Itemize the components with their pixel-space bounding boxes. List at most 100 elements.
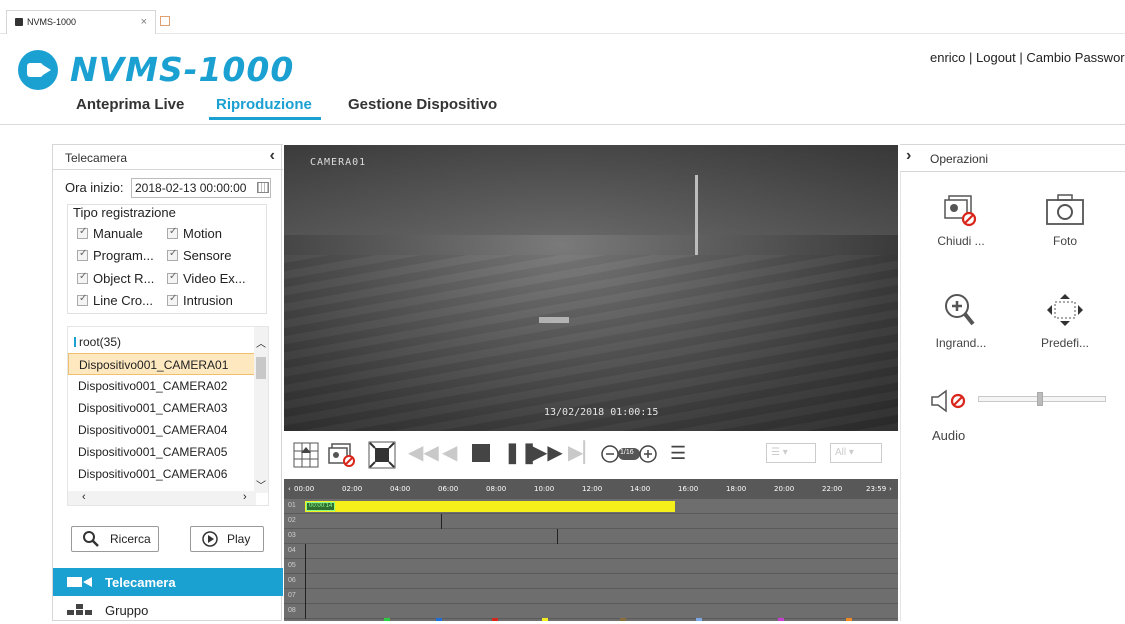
tree-item-camera05[interactable]: Dispositivo001_CAMERA05 [68, 441, 256, 463]
fullscreen-icon[interactable] [368, 441, 396, 469]
timeline-row[interactable]: 01 00:00:14 [284, 499, 898, 514]
timeline-tick: 04:00 [390, 485, 411, 493]
alarm-type-select[interactable]: All ▾ [830, 443, 882, 463]
scroll-up-icon[interactable]: ︿ [256, 335, 266, 350]
scroll-right-icon[interactable]: › [243, 491, 247, 503]
channel-select[interactable]: ☰ ▾ [766, 443, 816, 463]
tree-root[interactable]: root(35) [74, 335, 121, 349]
scroll-down-icon[interactable]: ﹀ [256, 477, 266, 492]
favicon-icon [15, 18, 23, 26]
zoom-in-button[interactable]: Ingrand... [926, 290, 996, 350]
stop-icon[interactable] [472, 444, 490, 462]
timeline[interactable]: ‹ 00:00 02:00 04:00 06:00 08:00 10:00 12… [284, 479, 898, 621]
checkbox-label: Motion [183, 226, 223, 241]
logo-camera-icon [18, 50, 58, 90]
nav-anteprima-live[interactable]: Anteprima Live [76, 96, 184, 113]
start-time-label: Ora inizio: [65, 180, 124, 195]
browser-tab[interactable]: NVMS-1000 × [6, 10, 156, 34]
checkbox-video-exception[interactable]: Video Ex... [167, 271, 246, 286]
video-camera-label: CAMERA01 [310, 157, 367, 168]
tree-horizontal-scrollbar[interactable]: ‹ › [68, 491, 256, 505]
tab-telecamera-label: Telecamera [105, 575, 176, 590]
calendar-icon[interactable] [257, 182, 269, 193]
tab-gruppo-label: Gruppo [105, 603, 149, 618]
checkbox-icon [167, 248, 178, 261]
checkbox-manuale[interactable]: Manuale [77, 226, 143, 241]
timeline-next-icon[interactable]: › [889, 485, 892, 493]
user-links[interactable]: enrico | Logout | Cambio Password [930, 50, 1125, 65]
timeline-row[interactable]: 04 [284, 544, 898, 559]
video-scene-floor [284, 255, 898, 431]
timeline-tick: 10:00 [534, 485, 555, 493]
timeline-row-number: 02 [288, 517, 296, 524]
play-backward-icon[interactable]: ◀ [442, 443, 457, 463]
timeline-row[interactable]: 06 [284, 574, 898, 589]
tab-gruppo[interactable]: Gruppo [53, 596, 283, 624]
timeline-tick: 20:00 [774, 485, 795, 493]
timeline-prev-icon[interactable]: ‹ [288, 485, 291, 493]
fast-forward-icon[interactable]: ▶▶ [532, 443, 563, 463]
timeline-marker [305, 544, 306, 559]
checkbox-label: Manuale [93, 226, 143, 241]
tree-item-camera04[interactable]: Dispositivo001_CAMERA04 [68, 419, 256, 441]
video-scene-patch [539, 317, 569, 323]
timeline-row[interactable]: 02 [284, 514, 898, 529]
next-frame-icon[interactable]: ▶▏ [568, 443, 599, 463]
rewind-icon[interactable]: ◀◀ [408, 443, 439, 463]
default-ratio-button[interactable]: Predefi... [1030, 290, 1100, 350]
speaker-mute-icon[interactable] [930, 388, 970, 414]
timeline-row[interactable]: 03 [284, 529, 898, 544]
checkbox-label: Video Ex... [183, 271, 246, 286]
volume-slider[interactable] [978, 392, 1106, 406]
timeline-row-number: 07 [288, 592, 296, 599]
video-viewport[interactable]: CAMERA01 13/02/2018 01:00:15 [284, 145, 898, 431]
checkbox-motion[interactable]: Motion [167, 226, 222, 241]
operations-panel-header: › Operazioni [900, 144, 1125, 172]
timeline-row[interactable]: 05 [284, 559, 898, 574]
close-video-icon[interactable] [328, 441, 358, 469]
grid-layout-icon[interactable] [292, 441, 320, 469]
checkbox-intrusion[interactable]: Intrusion [167, 293, 233, 308]
timeline-row[interactable]: 08 [284, 604, 898, 619]
scroll-left-icon[interactable]: ‹ [82, 491, 86, 503]
timeline-tick: 02:00 [342, 485, 363, 493]
checkbox-icon [167, 271, 178, 284]
play-button[interactable]: Play [190, 526, 264, 552]
nav-riproduzione[interactable]: Riproduzione [216, 96, 312, 113]
checkbox-sensore[interactable]: Sensore [167, 248, 231, 263]
expand-chevron-icon[interactable]: › [906, 147, 911, 165]
timeline-row-number: 08 [288, 607, 296, 614]
tree-vertical-scrollbar[interactable]: ︿ ﹀ [254, 327, 268, 493]
timeline-tick: 23:59 [866, 485, 887, 493]
close-video-button[interactable]: Chiudi ... [926, 192, 996, 248]
new-tab-icon[interactable] [160, 16, 170, 26]
tree-item-camera02[interactable]: Dispositivo001_CAMERA02 [68, 375, 256, 397]
search-button[interactable]: Ricerca [71, 526, 159, 552]
checkbox-label: Intrusion [183, 293, 233, 308]
nav-gestione-dispositivo[interactable]: Gestione Dispositivo [348, 96, 497, 113]
close-video-label: Chiudi ... [937, 234, 985, 248]
collapse-chevron-icon[interactable]: ‹ [270, 147, 275, 165]
timeline-marker [305, 589, 306, 604]
timeline-row[interactable]: 07 [284, 589, 898, 604]
scroll-thumb[interactable] [256, 357, 266, 379]
tree-item-camera06[interactable]: Dispositivo001_CAMERA06 [68, 463, 256, 485]
volume-slider-knob[interactable] [1037, 392, 1043, 406]
checkbox-program[interactable]: Program... [77, 248, 154, 263]
close-tab-icon[interactable]: × [141, 16, 147, 28]
tab-telecamera[interactable]: Telecamera [53, 568, 283, 596]
timeline-tick: 22:00 [822, 485, 843, 493]
start-time-input[interactable]: 2018-02-13 00:00:00 [131, 178, 271, 198]
snapshot-button[interactable]: Foto [1030, 192, 1100, 248]
timeline-tick: 14:00 [630, 485, 651, 493]
list-icon[interactable]: ☰ [670, 443, 686, 463]
snapshot-label: Foto [1052, 234, 1077, 248]
tree-item-camera01[interactable]: Dispositivo001_CAMERA01 [68, 353, 256, 375]
checkbox-line-crossing[interactable]: Line Cro... [77, 293, 153, 308]
checkbox-label: Line Cro... [93, 293, 153, 308]
timeline-tick: 18:00 [726, 485, 747, 493]
checkbox-icon [77, 248, 88, 261]
recording-segment[interactable] [305, 501, 675, 512]
tree-item-camera03[interactable]: Dispositivo001_CAMERA03 [68, 397, 256, 419]
checkbox-object[interactable]: Object R... [77, 271, 154, 286]
